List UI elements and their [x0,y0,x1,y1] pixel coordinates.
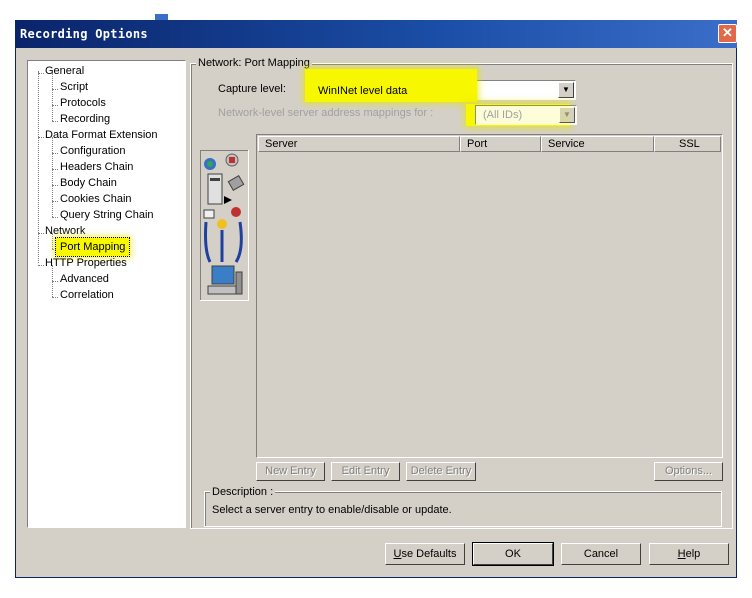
tree-connector [52,169,53,185]
chevron-down-icon[interactable]: ▼ [559,107,575,123]
close-icon: ✕ [722,25,733,40]
tree-connector [52,201,53,217]
tree-item-script[interactable]: Script [60,81,88,93]
tree-item-headers-chain[interactable]: Headers Chain [60,161,133,173]
window-title: Recording Options [20,27,148,41]
tree-item-body-chain[interactable]: Body Chain [60,177,117,189]
description-label: Description : [210,486,276,498]
tree-connector [38,265,44,266]
column-header-server[interactable]: Server [258,136,460,152]
tree-connector [52,121,58,122]
cancel-button[interactable]: Cancel [561,543,641,565]
column-header-ssl[interactable]: SSL [654,136,721,152]
tree-connector [52,297,58,298]
tree-item-protocols[interactable]: Protocols [60,97,106,109]
column-header-port[interactable]: Port [460,136,541,152]
mapping-ids-value: (All IDs) [483,109,523,121]
tree-connector [38,71,39,263]
tree-item-data-format-extension[interactable]: Data Format Extension [45,129,158,141]
capture-level-value: WinINet level data [318,85,408,97]
tree-item-correlation[interactable]: Correlation [60,289,114,301]
help-label: Help [677,548,701,560]
tree-connector [52,73,53,89]
tree-connector [38,73,44,74]
tree-connector [52,281,53,297]
use-defaults-label: Use Defaults [393,548,457,560]
edit-entry-button[interactable]: Edit Entry [331,462,400,481]
mapping-label: Network-level server address mappings fo… [218,107,434,119]
tree-connector [38,137,44,138]
ok-button[interactable]: OK [472,542,554,566]
tree-connector [52,137,53,153]
server-mapping-table[interactable]: Server Port Service SSL [256,134,723,458]
tree-connector [52,185,53,201]
tree-connector [38,233,44,234]
capture-level-label: Capture level: [218,83,286,95]
tree-connector [52,233,53,249]
network-computers-icon [203,153,245,295]
description-text: Select a server entry to enable/disable … [212,504,452,516]
tree-item-recording[interactable]: Recording [60,113,110,125]
tree-item-query-string-chain[interactable]: Query String Chain [60,209,154,221]
tree-connector [52,217,58,218]
use-defaults-button[interactable]: Use Defaults [385,543,465,565]
network-illustration [200,150,249,301]
tree-item-general[interactable]: General [45,65,84,77]
tree-connector [52,153,53,169]
help-button[interactable]: Help [649,543,729,565]
tree-item-cookies-chain[interactable]: Cookies Chain [60,193,132,205]
tree-item-port-mapping[interactable]: Port Mapping [54,237,131,257]
new-entry-button[interactable]: New Entry [256,462,325,481]
column-header-service[interactable]: Service [541,136,654,152]
tree-item-advanced[interactable]: Advanced [60,273,109,285]
tree-connector [52,265,53,281]
options-tree[interactable]: General Script Protocols Recording Data Form… [27,60,186,528]
chevron-down-icon[interactable]: ▼ [558,82,574,98]
tree-connector [52,105,53,121]
delete-entry-button[interactable]: Delete Entry [406,462,476,481]
options-button[interactable]: Options... [654,462,723,481]
close-button[interactable]: ✕ [718,24,737,43]
group-title: Network: Port Mapping [196,57,312,69]
tree-item-http-properties[interactable]: HTTP Properties [45,257,127,269]
tree-item-configuration[interactable]: Configuration [60,145,125,157]
tree-connector [52,89,53,105]
